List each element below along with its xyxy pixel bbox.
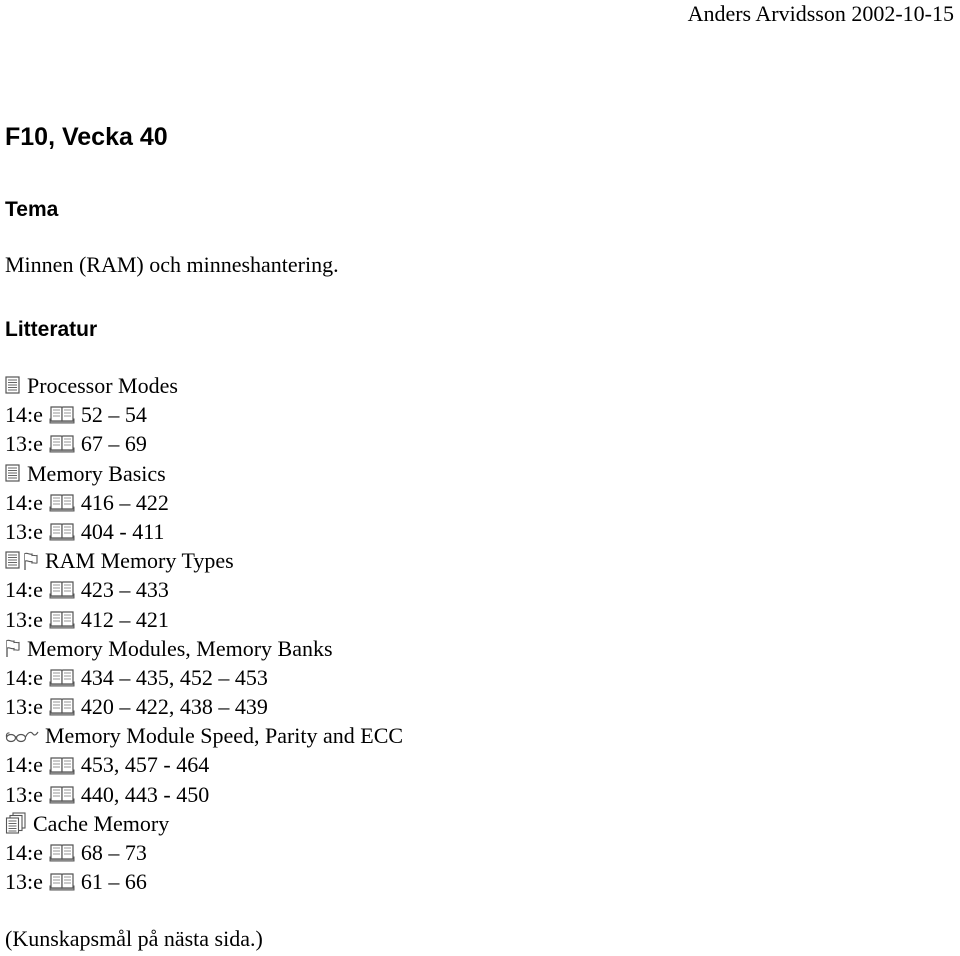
book-icon [49, 872, 75, 891]
page-range: 67 – 69 [80, 431, 147, 457]
page-reference: 13:e 412 – 421 [5, 605, 403, 634]
page-range: 52 – 54 [80, 402, 147, 428]
tema-text: Minnen (RAM) och minneshantering. [5, 252, 339, 277]
edition-label: 14:e [5, 489, 43, 515]
edition-label: 13:e [5, 606, 43, 632]
edition-label: 13:e [5, 869, 43, 895]
edition-label: 14:e [5, 840, 43, 865]
book-icon [49, 610, 75, 629]
document-icon [5, 464, 21, 483]
page-range: 434 – 435, 452 – 453 [80, 664, 268, 690]
edition-label: 13:e [5, 694, 43, 720]
literature-topic: Memory Module Speed, Parity and ECC [5, 721, 403, 750]
book-icon [49, 668, 75, 687]
book-icon [49, 434, 75, 453]
book-icon [49, 756, 75, 775]
edition-label: 14:e [5, 577, 43, 603]
page-range: 453, 457 - 464 [80, 752, 210, 778]
literature-topic: Memory Basics [5, 459, 403, 488]
topic-title: RAM Memory Types [45, 548, 234, 574]
author-date: Anders Arvidsson 2002-10-15 [687, 1, 954, 26]
page-range: 420 – 422, 438 – 439 [80, 694, 268, 720]
page-reference: 13:e 440, 443 - 450 [5, 780, 403, 809]
glasses-icon [5, 729, 39, 743]
page-reference: 14:e 434 – 435, 452 – 453 [5, 663, 403, 692]
page-reference: 13:e 404 - 411 [5, 517, 403, 546]
edition-label: 14:e [5, 402, 43, 428]
page-range: 412 – 421 [80, 606, 169, 632]
literature-topic: RAM Memory Types [5, 546, 403, 575]
page-range: 404 - 411 [80, 518, 165, 544]
page-range: 440, 443 - 450 [80, 781, 210, 807]
literature-topic: Processor Modes [5, 371, 403, 400]
document-icon [5, 376, 21, 395]
tema-heading: Tema [5, 198, 59, 221]
book-icon [49, 405, 75, 424]
document-icon [5, 551, 21, 570]
topic-title: Memory Modules, Memory Banks [27, 635, 333, 661]
footer-note: (Kunskapsmål på nästa sida.) [5, 926, 263, 951]
page-range: 423 – 433 [80, 577, 169, 603]
book-icon [49, 580, 75, 599]
page-reference: 13:e 67 – 69 [5, 429, 403, 458]
page-reference: 14:e 52 – 54 [5, 400, 403, 429]
edition-label: 14:e [5, 752, 43, 778]
page-reference: 14:e 453, 457 - 464 [5, 750, 403, 779]
page-reference: 13:e 61 – 66 [5, 867, 403, 896]
literature-topic: Memory Modules, Memory Banks [5, 634, 403, 663]
topic-title: Memory Basics [27, 460, 166, 486]
literature-list: Processor Modes 14:e 52 – 54 13:e 67 – 69 Mem… [5, 371, 403, 896]
flag-icon [23, 551, 39, 571]
topic-title: Memory Module Speed, Parity and ECC [45, 723, 404, 749]
page-range: 61 – 66 [80, 869, 147, 895]
edition-label: 13:e [5, 518, 43, 544]
book-icon [49, 522, 75, 541]
litteratur-heading: Litteratur [5, 318, 98, 341]
book-icon [49, 843, 75, 862]
book-icon [49, 697, 75, 716]
edition-label: 13:e [5, 781, 43, 807]
book-icon [49, 785, 75, 804]
page-reference: 14:e 423 – 433 [5, 575, 403, 604]
literature-topic: Cache Memory [5, 809, 403, 838]
edition-label: 14:e [5, 664, 43, 690]
page-title: F10, Vecka 40 [5, 123, 168, 151]
book-icon [49, 493, 75, 512]
page-range: 68 – 73 [80, 840, 147, 865]
topic-title: Cache Memory [33, 810, 170, 836]
page-range: 416 – 422 [80, 489, 169, 515]
page-reference: 13:e 420 – 422, 438 – 439 [5, 692, 403, 721]
documents-icon [5, 812, 27, 834]
edition-label: 13:e [5, 431, 43, 457]
flag-icon [5, 638, 21, 658]
topic-title: Processor Modes [27, 373, 178, 398]
page-reference: 14:e 416 – 422 [5, 488, 403, 517]
page-reference: 14:e 68 – 73 [5, 838, 403, 867]
